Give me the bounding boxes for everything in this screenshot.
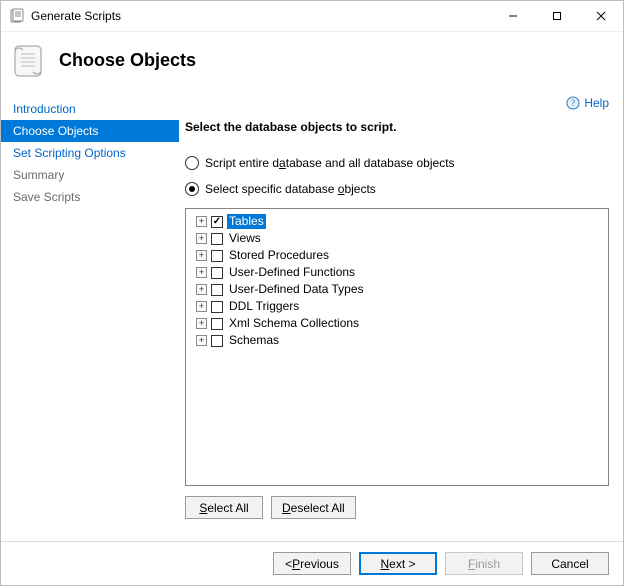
radio-select-specific[interactable]: Select specific database objects: [185, 182, 609, 196]
finish-button: Finish: [445, 552, 523, 575]
tree-label: Tables: [227, 214, 266, 229]
tree-item-xml-schema[interactable]: + Xml Schema Collections: [196, 315, 604, 332]
nav-set-scripting-options[interactable]: Set Scripting Options: [1, 142, 179, 164]
objects-tree[interactable]: + Tables + Views + Stored Procedures +: [185, 208, 609, 486]
tree-label: User-Defined Data Types: [227, 282, 366, 297]
page-header: Choose Objects: [1, 32, 623, 94]
help-link[interactable]: ? Help: [566, 96, 609, 110]
tree-label: DDL Triggers: [227, 299, 301, 314]
tree-item-udf[interactable]: + User-Defined Functions: [196, 264, 604, 281]
window-title: Generate Scripts: [31, 9, 121, 23]
nav-save-scripts: Save Scripts: [1, 186, 179, 208]
minimize-button[interactable]: [491, 1, 535, 31]
expand-icon[interactable]: +: [196, 233, 207, 244]
radio-icon: [185, 156, 199, 170]
page-title: Choose Objects: [59, 50, 196, 71]
tree-item-tables[interactable]: + Tables: [196, 213, 604, 230]
deselect-all-button[interactable]: Deselect All: [271, 496, 356, 519]
generate-scripts-dialog: Generate Scripts Choose Objects: [0, 0, 624, 586]
cancel-button[interactable]: Cancel: [531, 552, 609, 575]
tree-label: Xml Schema Collections: [227, 316, 361, 331]
expand-icon[interactable]: +: [196, 284, 207, 295]
next-button[interactable]: Next >: [359, 552, 437, 575]
tree-item-schemas[interactable]: + Schemas: [196, 332, 604, 349]
maximize-button[interactable]: [535, 1, 579, 31]
expand-icon[interactable]: +: [196, 250, 207, 261]
previous-button[interactable]: < Previous: [273, 552, 351, 575]
expand-icon[interactable]: +: [196, 216, 207, 227]
main-panel: ? Help Select the database objects to sc…: [179, 94, 623, 541]
help-label: Help: [584, 96, 609, 110]
app-icon: [9, 8, 25, 24]
nav-choose-objects[interactable]: Choose Objects: [1, 120, 179, 142]
tree-item-ddl-triggers[interactable]: + DDL Triggers: [196, 298, 604, 315]
nav-introduction[interactable]: Introduction: [1, 98, 179, 120]
tree-item-stored-procedures[interactable]: + Stored Procedures: [196, 247, 604, 264]
dialog-body: Introduction Choose Objects Set Scriptin…: [1, 94, 623, 541]
radio-label: Script entire database and all database …: [205, 156, 455, 170]
expand-icon[interactable]: +: [196, 318, 207, 329]
checkbox[interactable]: [211, 284, 223, 296]
radio-label: Select specific database objects: [205, 182, 376, 196]
tree-item-udt[interactable]: + User-Defined Data Types: [196, 281, 604, 298]
expand-icon[interactable]: +: [196, 335, 207, 346]
tree-item-views[interactable]: + Views: [196, 230, 604, 247]
select-all-button[interactable]: Select All: [185, 496, 263, 519]
close-button[interactable]: [579, 1, 623, 31]
checkbox[interactable]: [211, 233, 223, 245]
expand-icon[interactable]: +: [196, 301, 207, 312]
titlebar: Generate Scripts: [1, 1, 623, 32]
tree-label: User-Defined Functions: [227, 265, 357, 280]
checkbox[interactable]: [211, 250, 223, 262]
expand-icon[interactable]: +: [196, 267, 207, 278]
tree-label: Views: [227, 231, 263, 246]
checkbox[interactable]: [211, 318, 223, 330]
radio-script-entire[interactable]: Script entire database and all database …: [185, 156, 609, 170]
svg-text:?: ?: [571, 98, 575, 108]
tree-label: Schemas: [227, 333, 281, 348]
nav-summary: Summary: [1, 164, 179, 186]
section-title: Select the database objects to script.: [185, 120, 609, 134]
wizard-footer: < Previous Next > Finish Cancel: [1, 541, 623, 585]
radio-icon: [185, 182, 199, 196]
help-icon: ?: [566, 96, 580, 110]
checkbox[interactable]: [211, 267, 223, 279]
wizard-nav: Introduction Choose Objects Set Scriptin…: [1, 94, 179, 541]
checkbox[interactable]: [211, 301, 223, 313]
checkbox[interactable]: [211, 216, 223, 228]
scroll-icon: [9, 40, 49, 80]
tree-label: Stored Procedures: [227, 248, 331, 263]
checkbox[interactable]: [211, 335, 223, 347]
